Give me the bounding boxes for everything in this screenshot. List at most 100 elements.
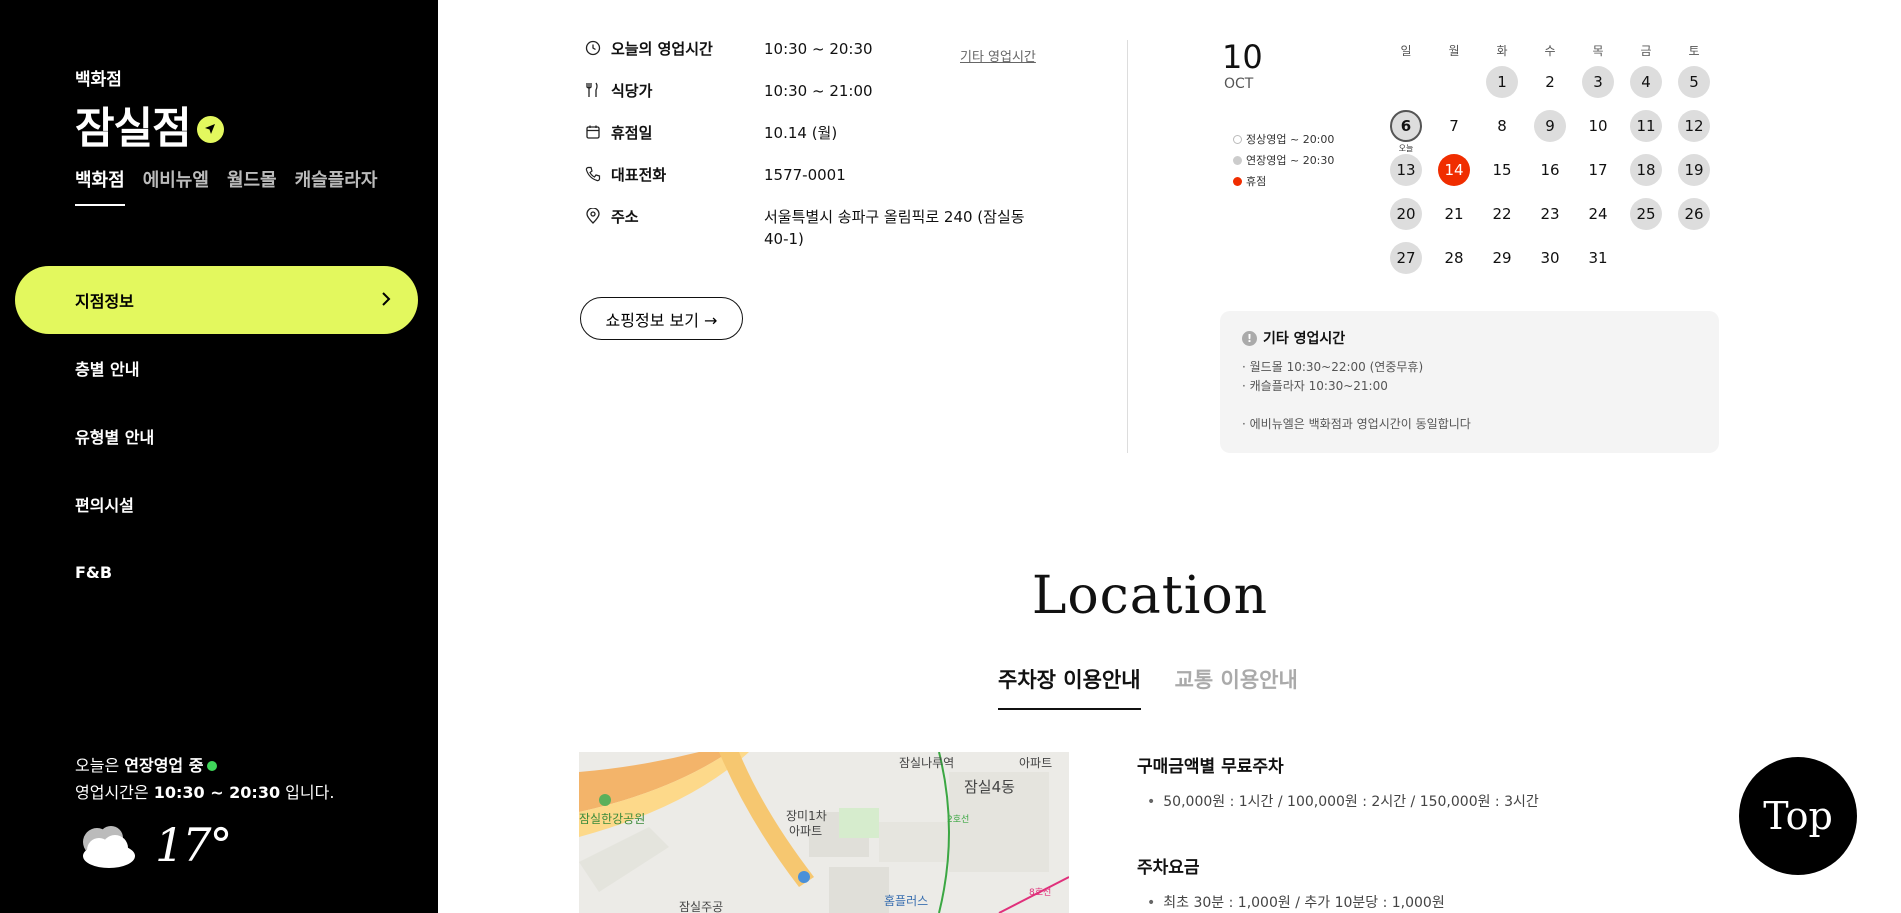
- sidebar-menu: 지점정보 층별 안내 유형별 안내 편의시설 F&B: [15, 266, 418, 606]
- info-label: 주소: [611, 208, 639, 226]
- calendar-day-cell[interactable]: 5: [1670, 66, 1718, 110]
- location-tabs: 주차장 이용안내 교통 이용안내: [998, 664, 1298, 710]
- divider: [1127, 40, 1128, 453]
- info-row-address: 주소 서울특별시 송파구 올림픽로 240 (잠실동 40-1): [583, 206, 1043, 280]
- tab-castleplaza[interactable]: 캐슬플라자: [295, 166, 378, 206]
- sidebar-item-type-guide[interactable]: 유형별 안내: [15, 402, 418, 470]
- location-arrow-icon[interactable]: [196, 115, 224, 143]
- calendar-day-cell[interactable]: 27: [1382, 242, 1430, 286]
- calendar-day-cell[interactable]: 12: [1670, 110, 1718, 154]
- calendar-day-cell[interactable]: 1: [1478, 66, 1526, 110]
- calendar-weekday: 금: [1640, 44, 1652, 58]
- info-value: 10.14 (월): [764, 124, 838, 142]
- sidebar-item-label: 지점정보: [75, 292, 134, 311]
- calendar-empty-cell: [1382, 66, 1430, 110]
- tab-worldmall[interactable]: 월드몰: [227, 166, 277, 206]
- other-hours-link[interactable]: 기타 영업시간: [960, 46, 1036, 65]
- calendar-day-cell[interactable]: 4: [1622, 66, 1670, 110]
- calendar-day-cell[interactable]: 19: [1670, 154, 1718, 198]
- calendar-day-cell[interactable]: 17: [1574, 154, 1622, 198]
- top-button[interactable]: Top: [1739, 757, 1857, 875]
- info-label: 대표전화: [611, 166, 667, 184]
- free-parking-item: 50,000원 : 1시간 / 100,000원 : 2시간 / 150,000…: [1147, 791, 1737, 811]
- tab-transport[interactable]: 교통 이용안내: [1175, 664, 1298, 710]
- store-status: 오늘은 연장영업 중 영업시간은 10:30 ~ 20:30 입니다.: [75, 752, 334, 806]
- calendar-day-cell[interactable]: 23: [1526, 198, 1574, 242]
- calendar-month: OCT: [1224, 76, 1254, 92]
- calendar-day-cell[interactable]: 15: [1478, 154, 1526, 198]
- calendar-day-number: 28: [1444, 249, 1464, 267]
- tab-department[interactable]: 백화점: [75, 166, 125, 206]
- calendar-day-cell[interactable]: 20: [1382, 198, 1430, 242]
- calendar-day-cell[interactable]: 8: [1478, 110, 1526, 154]
- other-hours-line: · 캐슬플라자 10:30~21:00: [1242, 379, 1388, 393]
- tab-parking[interactable]: 주차장 이용안내: [998, 664, 1141, 710]
- calendar-day-cell[interactable]: 21: [1430, 198, 1478, 242]
- calendar-day-number: 17: [1588, 161, 1608, 179]
- map-label: 잠실나루역: [899, 756, 955, 770]
- info-label: 식당가: [611, 82, 653, 100]
- calendar-day-cell[interactable]: 30: [1526, 242, 1574, 286]
- utensils-icon: [583, 80, 603, 100]
- map-label: 홈플러스: [884, 894, 929, 908]
- shopping-info-button[interactable]: 쇼핑정보 보기 →: [580, 297, 743, 340]
- calendar-day-number: 23: [1540, 205, 1560, 223]
- info-label: 오늘의 영업시간: [611, 40, 713, 58]
- exclamation-icon: !: [1242, 330, 1257, 346]
- location-title: Location: [1031, 566, 1269, 626]
- calendar-day-number: 22: [1492, 205, 1512, 223]
- calendar-day-number: 19: [1678, 154, 1710, 186]
- calendar-day-cell[interactable]: 24: [1574, 198, 1622, 242]
- store-title: 잠실점: [75, 94, 224, 156]
- sidebar-item-facilities[interactable]: 편의시설: [15, 470, 418, 538]
- calendar-day-cell[interactable]: 26: [1670, 198, 1718, 242]
- calendar-day-cell[interactable]: 14: [1430, 154, 1478, 198]
- calendar-day-number: 21: [1444, 205, 1464, 223]
- calendar-empty-cell: [1430, 66, 1478, 110]
- map-label: 잠실주공: [679, 900, 724, 913]
- calendar-day-cell[interactable]: 6 오늘: [1382, 110, 1430, 154]
- calendar-day-cell[interactable]: 3: [1574, 66, 1622, 110]
- calendar-day-number: 7: [1449, 117, 1459, 135]
- calendar-day-cell[interactable]: 2: [1526, 66, 1574, 110]
- calendar-day-cell[interactable]: 28: [1430, 242, 1478, 286]
- calendar-legend: 정상영업 ~ 20:00 연장영업 ~ 20:30 휴점: [1233, 129, 1334, 192]
- tab-avenuel[interactable]: 에비뉴엘: [143, 166, 209, 206]
- calendar-day-cell[interactable]: 7: [1430, 110, 1478, 154]
- calendar-day-cell[interactable]: 10: [1574, 110, 1622, 154]
- legend-dot-icon: [1233, 156, 1242, 165]
- sidebar-item-floor-guide[interactable]: 층별 안내: [15, 334, 418, 402]
- clock-icon: [583, 38, 603, 58]
- status-mode: 연장영업 중: [124, 756, 204, 775]
- info-row-restaurant: 식당가 10:30 ~ 21:00: [583, 80, 1043, 122]
- cloud-icon: [83, 826, 135, 868]
- calendar-day-number: 29: [1492, 249, 1512, 267]
- other-hours-title: ! 기타 영업시간: [1242, 328, 1697, 348]
- other-hours-line: [1242, 396, 1697, 415]
- hours-suffix: 입니다.: [280, 783, 335, 802]
- calendar-day-cell[interactable]: 22: [1478, 198, 1526, 242]
- sidebar-tabs: 백화점 에비뉴엘 월드몰 캐슬플라자: [75, 166, 377, 206]
- other-hours-line: · 에비뉴엘은 백화점과 영업시간이 동일합니다: [1242, 417, 1471, 431]
- calendar-day-cell[interactable]: 16: [1526, 154, 1574, 198]
- calendar-day-cell[interactable]: 31: [1574, 242, 1622, 286]
- calendar-empty-cell: [1622, 242, 1670, 286]
- calendar-day-cell[interactable]: 25: [1622, 198, 1670, 242]
- calendar-day-cell[interactable]: 18: [1622, 154, 1670, 198]
- calendar-day-number: 16: [1540, 161, 1560, 179]
- calendar-day-cell[interactable]: 29: [1478, 242, 1526, 286]
- map[interactable]: 잠실나루역 잠실4동 장미1차 아파트 잠실한강공원 홈플러스 잠실주공 아파트…: [579, 752, 1069, 913]
- calendar-day-cell[interactable]: 11: [1622, 110, 1670, 154]
- calendar-day-number: 26: [1678, 198, 1710, 230]
- other-hours-title-text: 기타 영업시간: [1263, 331, 1346, 347]
- calendar-day-cell[interactable]: 9: [1526, 110, 1574, 154]
- calendar-day-number: 27: [1390, 242, 1422, 274]
- calendar-day-cell[interactable]: 13: [1382, 154, 1430, 198]
- info-label: 휴점일: [611, 124, 653, 142]
- calendar-weekday: 토: [1688, 44, 1700, 58]
- sidebar-item-store-info[interactable]: 지점정보: [15, 266, 418, 334]
- calendar-day-number: 8: [1497, 117, 1507, 135]
- calendar-day-number: 2: [1545, 73, 1555, 91]
- calendar-day-number: 24: [1588, 205, 1608, 223]
- info-value[interactable]: 1577-0001: [764, 164, 1043, 186]
